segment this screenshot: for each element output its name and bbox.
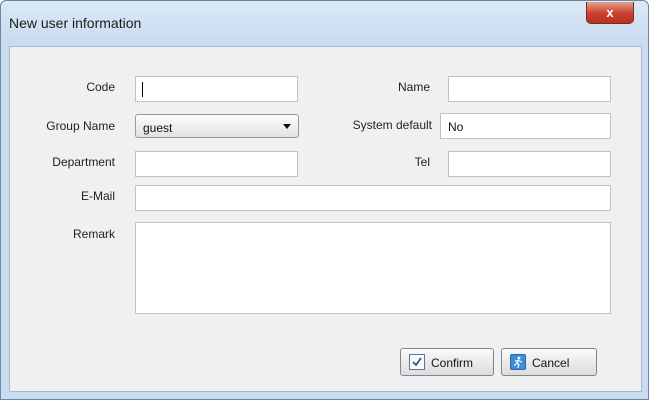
tel-input[interactable] [448,151,611,177]
system-default-label: System default [352,118,432,132]
name-input[interactable] [448,76,611,102]
confirm-label: Confirm [431,356,474,370]
window-title: New user information [9,15,142,31]
system-default-field[interactable]: No [440,113,611,139]
email-input[interactable] [135,185,611,211]
close-icon: x [606,5,614,20]
title-bar[interactable]: New user information x [1,1,648,45]
confirm-button[interactable]: Confirm [400,348,494,376]
cancel-label: Cancel [532,356,570,370]
group-name-selected: guest [143,121,173,135]
close-button[interactable]: x [586,2,634,24]
name-label: Name [397,80,430,94]
group-name-label: Group Name [46,119,115,133]
code-label: Code [86,80,115,94]
exit-runner-icon [510,354,526,370]
chevron-down-icon [283,124,291,129]
email-label: E-Mail [80,189,115,203]
department-input[interactable] [135,151,298,177]
group-name-select[interactable]: guest [135,114,299,138]
remark-label: Remark [72,227,115,241]
code-input[interactable] [135,76,298,102]
tel-label: Tel [414,155,430,169]
remark-textarea[interactable] [135,222,611,314]
dialog-window: New user information x Code Name Group N… [0,0,649,400]
cancel-button[interactable]: Cancel [501,348,597,376]
form-panel: Code Name Group Name guest System defaul… [9,46,642,392]
text-caret [142,82,143,97]
department-label: Department [52,155,115,169]
check-icon [409,354,425,370]
